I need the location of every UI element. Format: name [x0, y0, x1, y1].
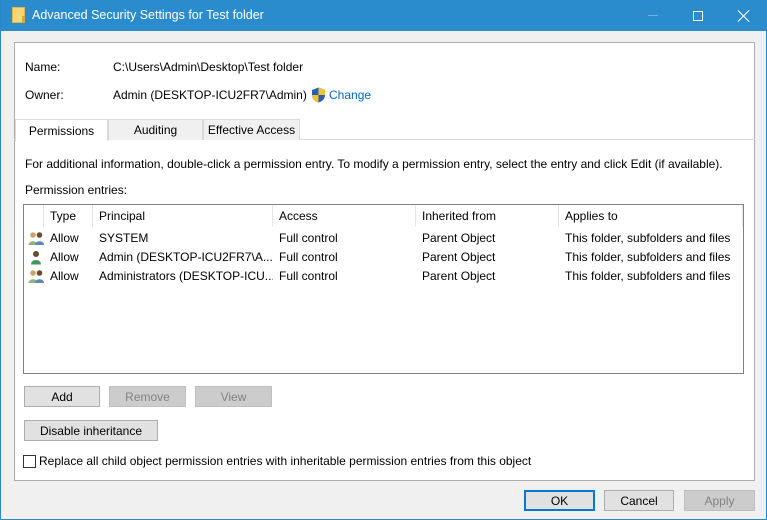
name-value: C:\Users\Admin\Desktop\Test folder [113, 60, 304, 74]
cell-applies-to: This folder, subfolders and files [565, 269, 731, 283]
replace-child-permissions-label[interactable]: Replace all child object permission entr… [39, 454, 531, 468]
column-header-applies-to[interactable]: Applies to [559, 205, 743, 227]
column-header-type[interactable]: Type [44, 205, 93, 227]
permission-entries-label: Permission entries: [25, 183, 128, 197]
cell-inherited-from: Parent Object [422, 231, 496, 245]
cell-inherited-from: Parent Object [422, 269, 496, 283]
remove-button[interactable]: Remove [109, 386, 186, 407]
replace-child-permissions-checkbox[interactable] [23, 455, 36, 468]
add-button[interactable]: Add [24, 386, 100, 407]
cell-access: Full control [279, 231, 338, 245]
folder-icon [12, 7, 25, 23]
tab-strip: Permissions Auditing Effective Access [14, 119, 755, 141]
cell-applies-to: This folder, subfolders and files [565, 231, 731, 245]
column-header-icon[interactable] [24, 205, 44, 227]
cell-access: Full control [279, 250, 338, 264]
name-label: Name: [25, 60, 61, 74]
table-row[interactable]: Allow SYSTEM Full control Parent Object … [24, 229, 743, 248]
tab-effective-access[interactable]: Effective Access [203, 119, 300, 140]
cell-type: Allow [50, 250, 79, 264]
advanced-security-settings-window: Advanced Security Settings for Test fold… [0, 0, 767, 520]
disable-inheritance-button[interactable]: Disable inheritance [24, 420, 158, 441]
apply-button[interactable]: Apply [684, 490, 755, 511]
list-header: Type Principal Access Inherited from App… [24, 205, 743, 227]
group-users-icon [28, 232, 44, 245]
uac-shield-icon [312, 87, 325, 103]
column-header-access[interactable]: Access [273, 205, 416, 227]
single-user-icon [31, 251, 41, 265]
close-icon [738, 10, 750, 22]
column-header-principal[interactable]: Principal [93, 205, 273, 227]
title-bar[interactable]: Advanced Security Settings for Test fold… [1, 0, 767, 31]
table-row[interactable]: Allow Administrators (DESKTOP-ICU... Ful… [24, 267, 743, 286]
cell-principal: SYSTEM [99, 231, 149, 245]
instructions-text: For additional information, double-click… [25, 157, 723, 171]
cell-applies-to: This folder, subfolders and files [565, 250, 731, 264]
ok-button[interactable]: OK [524, 490, 595, 511]
cell-type: Allow [50, 269, 79, 283]
cell-principal: Admin (DESKTOP-ICU2FR7\A... [99, 250, 273, 264]
maximize-button[interactable] [675, 0, 721, 31]
minimize-icon [648, 15, 658, 16]
tab-permissions[interactable]: Permissions [15, 119, 108, 141]
minimize-button[interactable] [630, 0, 676, 31]
window-title: Advanced Security Settings for Test fold… [32, 8, 264, 22]
owner-label: Owner: [25, 88, 64, 102]
group-users-icon [28, 270, 44, 283]
maximize-icon [693, 10, 703, 21]
cell-access: Full control [279, 269, 338, 283]
permission-entries-list[interactable]: Type Principal Access Inherited from App… [23, 204, 744, 374]
tab-auditing[interactable]: Auditing [108, 119, 203, 140]
cell-inherited-from: Parent Object [422, 250, 496, 264]
table-row[interactable]: Allow Admin (DESKTOP-ICU2FR7\A... Full c… [24, 248, 743, 267]
cell-principal: Administrators (DESKTOP-ICU... [99, 269, 273, 283]
cancel-button[interactable]: Cancel [604, 490, 674, 511]
column-header-inherited-from[interactable]: Inherited from [416, 205, 559, 227]
change-owner-link[interactable]: Change [329, 88, 371, 102]
owner-value: Admin (DESKTOP-ICU2FR7\Admin) [113, 88, 307, 102]
cell-type: Allow [50, 231, 79, 245]
close-button[interactable] [721, 0, 767, 31]
view-button[interactable]: View [195, 386, 272, 407]
